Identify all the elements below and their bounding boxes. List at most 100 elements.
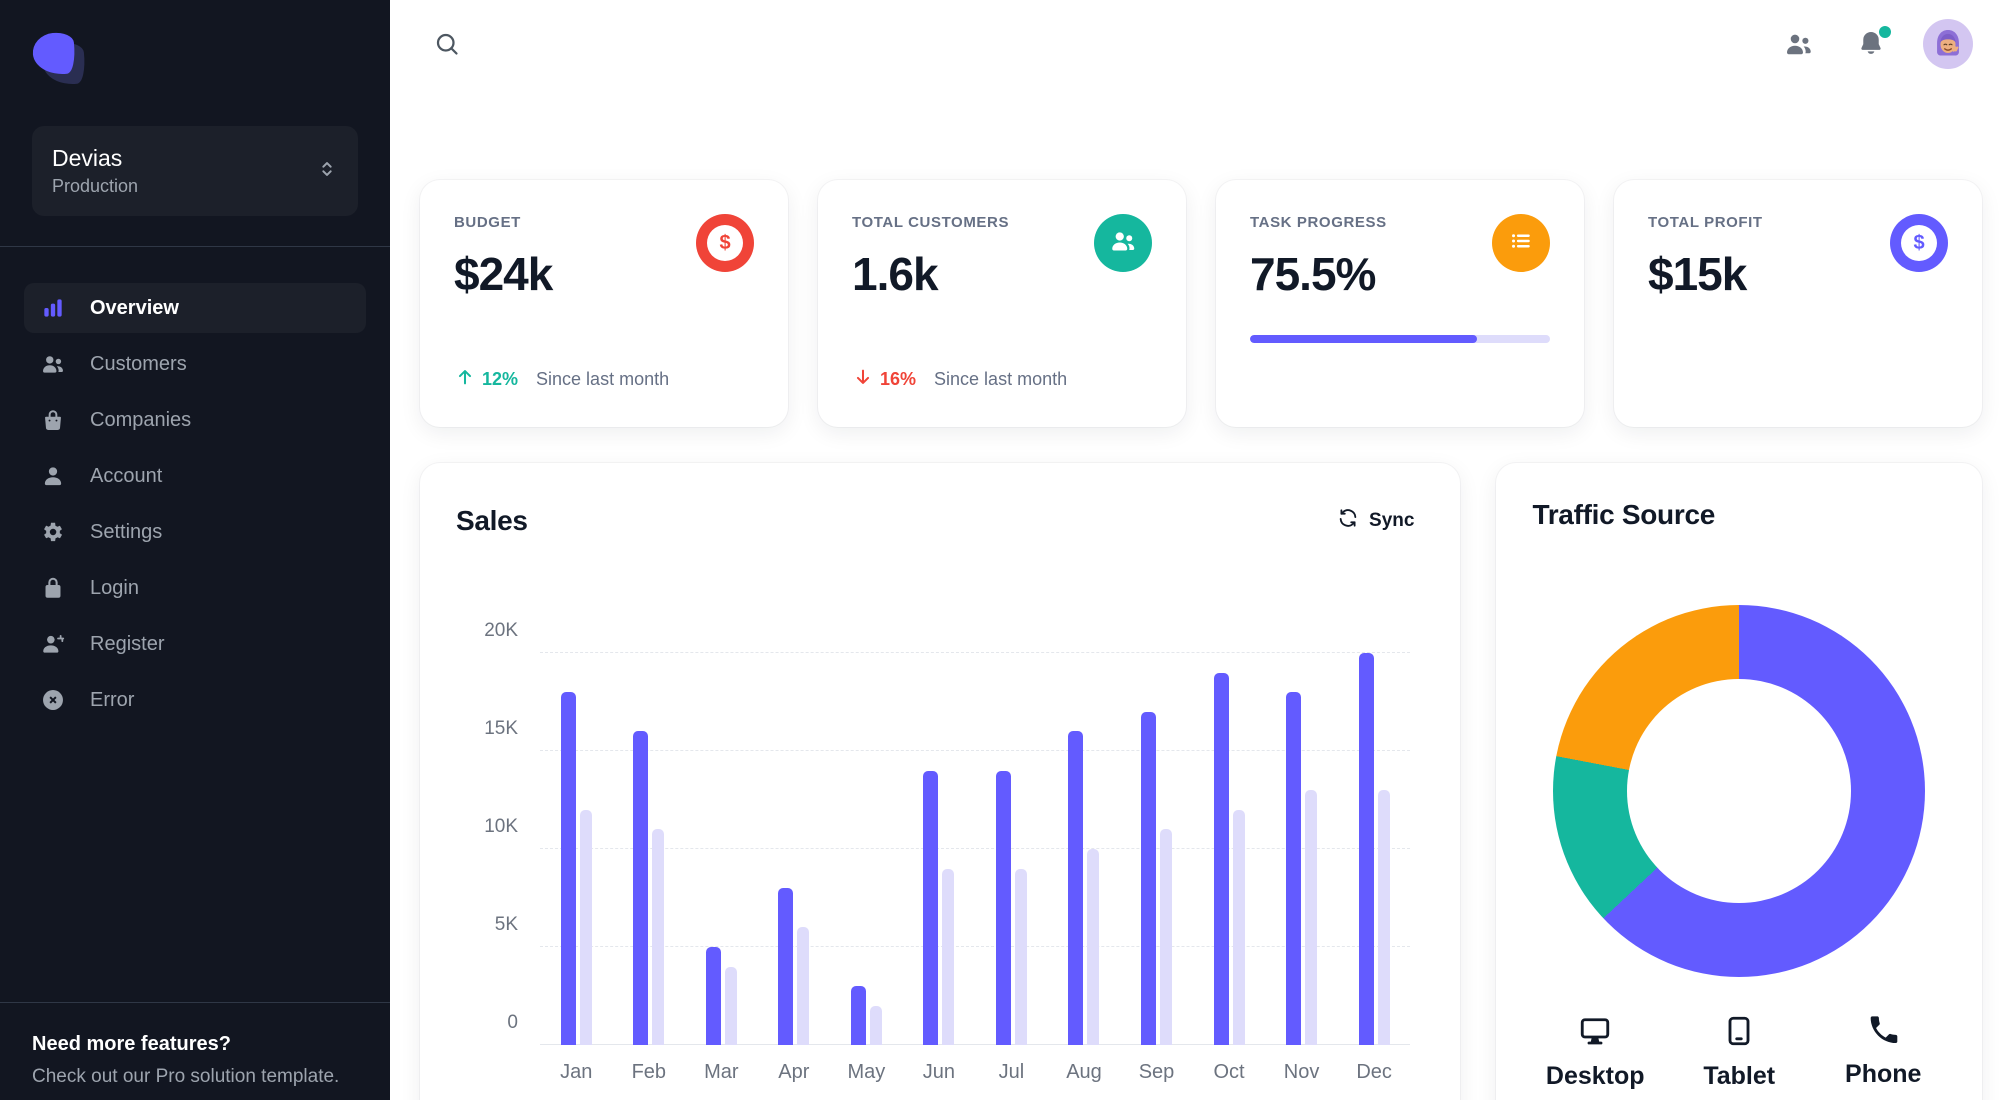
sales-bar-chart: 0 5K 10K 15K 20K Jan Feb Mar Apr May Jun Jul Aug Sep… — [456, 620, 1424, 1084]
users-icon — [1108, 226, 1138, 261]
budget-trend: 12% Since last month — [454, 366, 754, 393]
topbar — [390, 0, 2000, 90]
unfold-chevrons-icon — [316, 158, 338, 185]
sidebar-item-settings[interactable]: Settings — [24, 507, 366, 557]
legend-item-phone: Phone — [1824, 1013, 1942, 1091]
bar-secondary — [1014, 868, 1027, 1045]
sidebar-item-login[interactable]: Login — [24, 563, 366, 613]
bar-primary — [1068, 731, 1084, 1045]
gear-icon — [40, 519, 66, 545]
arrow-up-icon — [454, 366, 476, 393]
bar-group — [1265, 653, 1338, 1045]
x-axis-label: Aug — [1066, 1061, 1102, 1083]
sidebar-footer: Need more features? Check out our Pro so… — [0, 1002, 390, 1100]
total-profit-label: TOTAL PROFIT — [1648, 214, 1763, 231]
search-button[interactable] — [428, 25, 466, 66]
bar-group — [540, 653, 613, 1045]
bar-primary — [633, 731, 649, 1045]
x-axis-label: Jan — [560, 1061, 593, 1083]
customers-value: 1.6k — [852, 248, 939, 300]
budget-avatar: $ — [696, 214, 754, 272]
sales-card: Sales Sync 0 5K 10K 15K 20K Jan Feb Mar Apr May J… — [420, 463, 1461, 1100]
x-axis-label: Apr — [778, 1061, 810, 1083]
sidebar-item-error[interactable]: Error — [24, 675, 366, 725]
y-axis-label: 0 — [507, 1012, 518, 1033]
bar-primary — [850, 986, 866, 1045]
traffic-source-title: Traffic Source — [1532, 499, 1715, 530]
customers-label: TOTAL CUSTOMERS — [852, 214, 1010, 231]
bar-group — [758, 653, 831, 1045]
total-profit-card: TOTAL PROFIT $15k $ — [1614, 180, 1982, 427]
x-axis-label: Jul — [998, 1061, 1025, 1083]
workspace-selector[interactable]: Devias Production — [32, 126, 358, 216]
y-axis-label: 15K — [484, 718, 518, 739]
contacts-button[interactable] — [1779, 24, 1819, 67]
device-label: Phone — [1845, 1060, 1922, 1088]
tablet-icon — [1721, 1013, 1757, 1054]
y-axis-label: 5K — [494, 914, 518, 935]
workspace-name: Devias — [52, 145, 123, 171]
shopping-bag-icon — [40, 407, 66, 433]
sidebar: Devias Production Overview Customers Com… — [0, 0, 390, 1100]
traffic-source-card: Traffic Source Desktop Tablet Phone — [1496, 463, 1982, 1100]
sync-label: Sync — [1369, 510, 1415, 531]
logo-shape — [30, 30, 78, 78]
bar-group — [613, 653, 686, 1045]
customers-trend-value: 16% — [880, 369, 917, 389]
budget-label: BUDGET — [454, 214, 521, 231]
bar-primary — [560, 692, 576, 1045]
budget-card: BUDGET $24k $ 12% Since last month — [420, 180, 788, 427]
stats-row: BUDGET $24k $ 12% Since last month TOTAL… — [420, 180, 1982, 427]
chart-bar-icon — [40, 295, 66, 321]
legend-item-desktop: Desktop — [1536, 1013, 1654, 1091]
footer-title: Need more features? — [32, 1033, 231, 1055]
sidebar-item-companies[interactable]: Companies — [24, 395, 366, 445]
dashboard-content: BUDGET $24k $ 12% Since last month TOTAL… — [390, 90, 2000, 1100]
sales-bar-plot: 0 5K 10K 15K 20K — [484, 620, 1411, 1045]
bar-secondary — [1160, 829, 1173, 1045]
sync-button[interactable]: Sync — [1327, 499, 1424, 543]
dollar-icon: $ — [707, 225, 743, 261]
bar-group — [1338, 653, 1411, 1045]
traffic-donut-chart — [1553, 605, 1926, 977]
bar-secondary — [869, 1005, 882, 1045]
x-axis-label: Nov — [1283, 1061, 1320, 1083]
bar-primary — [778, 888, 794, 1045]
bar-secondary — [652, 829, 665, 1045]
sidebar-item-label: Error — [90, 688, 135, 711]
footer-subtitle: Check out our Pro solution template. — [32, 1066, 340, 1087]
device-label: Tablet — [1703, 1062, 1776, 1090]
bar-primary — [995, 770, 1011, 1045]
users-icon — [40, 351, 66, 377]
arrow-down-icon — [852, 366, 874, 393]
x-axis-label: Oct — [1213, 1061, 1245, 1083]
user-avatar[interactable] — [1923, 18, 1973, 72]
donut-hole — [1627, 679, 1852, 903]
bar-secondary — [942, 868, 955, 1045]
bar-group — [975, 653, 1048, 1045]
device-label: Desktop — [1545, 1062, 1645, 1090]
budget-trend-caption: Since last month — [536, 369, 670, 389]
bar-group — [830, 653, 903, 1045]
total-profit-avatar: $ — [1890, 214, 1948, 272]
sidebar-item-customers[interactable]: Customers — [24, 339, 366, 389]
notification-dot — [1879, 25, 1891, 38]
bar-primary — [1358, 653, 1374, 1045]
x-axis-label: Dec — [1356, 1061, 1392, 1083]
users-icon — [1783, 28, 1815, 63]
sales-title: Sales — [456, 505, 528, 536]
sidebar-item-label: Account — [90, 464, 163, 487]
sidebar-item-label: Settings — [90, 520, 163, 543]
total-customers-card: TOTAL CUSTOMERS 1.6k 16% Since last mont… — [818, 180, 1186, 427]
user-plus-icon — [40, 631, 66, 657]
sidebar-item-register[interactable]: Register — [24, 619, 366, 669]
sidebar-item-account[interactable]: Account — [24, 451, 366, 501]
x-axis-label: Mar — [704, 1061, 739, 1083]
desktop-icon — [1577, 1013, 1613, 1054]
avatar-memoji-icon — [1923, 18, 1973, 72]
notifications-button[interactable] — [1851, 24, 1891, 67]
sidebar-item-label: Overview — [90, 296, 179, 319]
sidebar-item-overview[interactable]: Overview — [24, 283, 366, 333]
sidebar-header: Devias Production — [0, 0, 390, 216]
sidebar-item-label: Companies — [90, 408, 192, 431]
